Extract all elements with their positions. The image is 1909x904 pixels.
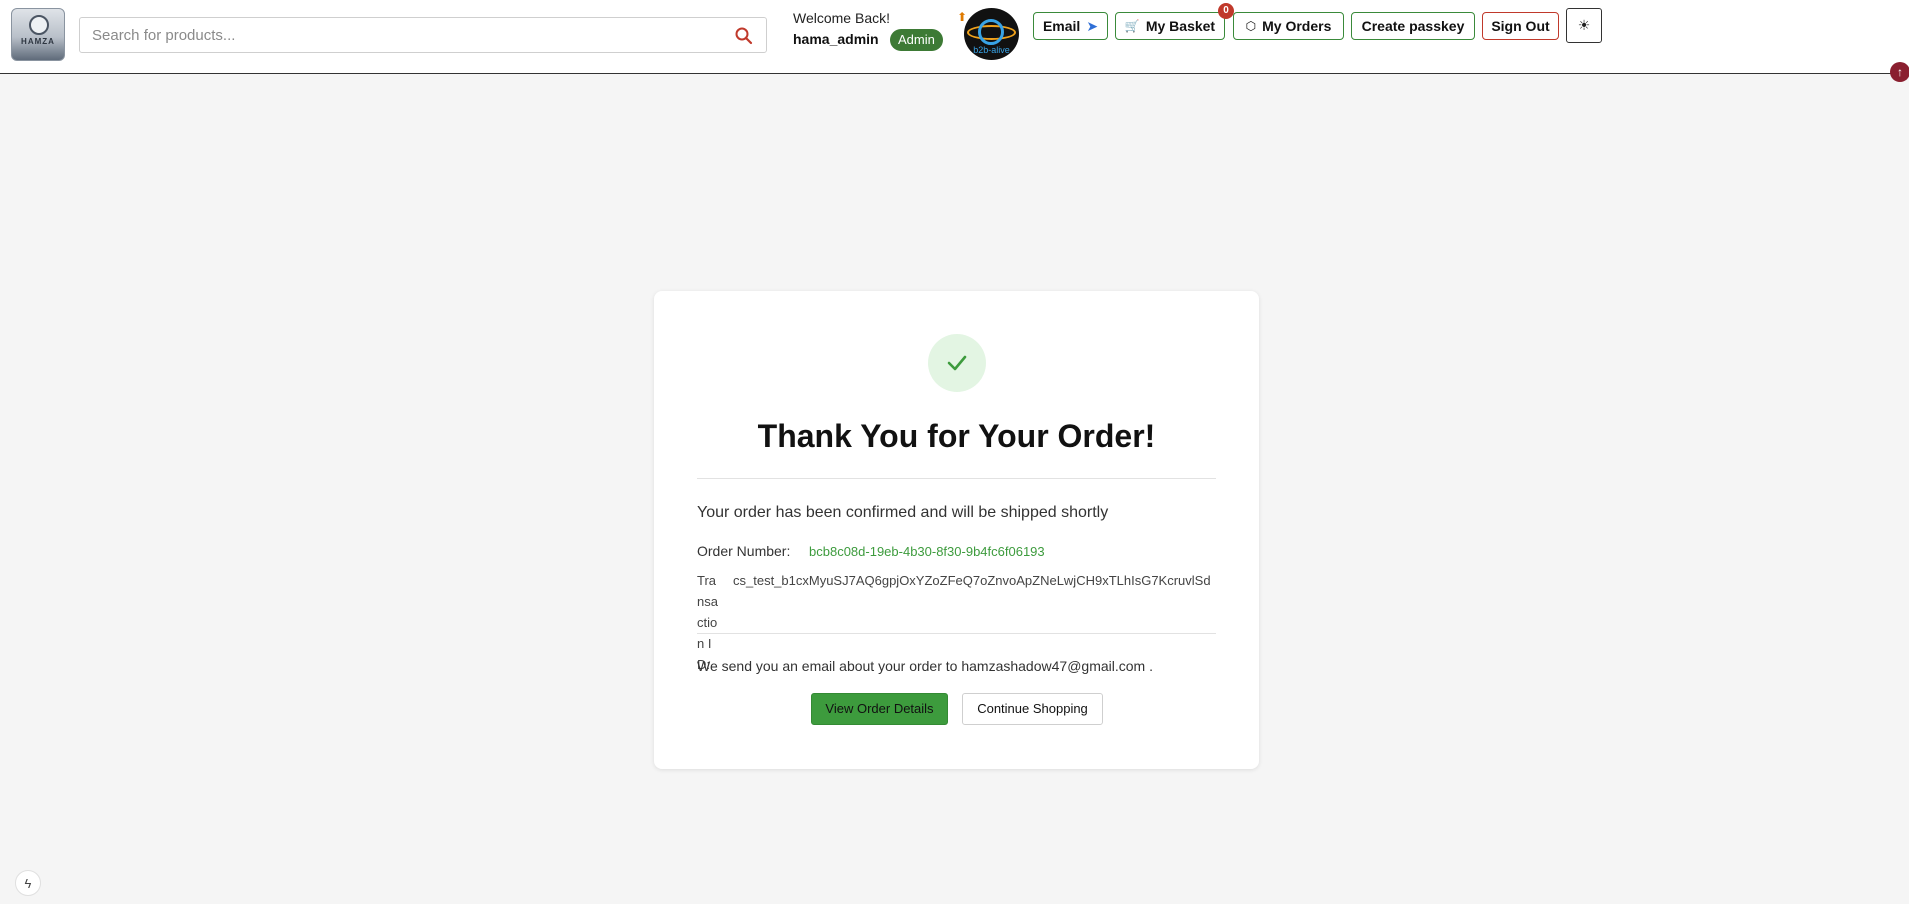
arrow-up-icon[interactable]: ↑ [1890, 62, 1909, 82]
top-navbar: HAMZA Welcome Back! hama_admin Admin ⬆ b… [0, 0, 1909, 74]
sign-out-button[interactable]: Sign Out [1482, 12, 1559, 40]
create-passkey-button-label: Create passkey [1361, 18, 1465, 34]
logo-text: HAMZA [21, 37, 55, 46]
sign-out-button-label: Sign Out [1491, 18, 1550, 34]
order-number-label: Order Number: [697, 543, 791, 559]
theme-toggle-button[interactable]: ☀ [1566, 8, 1602, 43]
site-logo[interactable]: HAMZA [11, 8, 65, 61]
confirmation-message: Your order has been confirmed and will b… [697, 504, 1109, 521]
email-notice: We send you an email about your order to… [697, 658, 1153, 674]
send-icon: ➤ [1086, 17, 1099, 34]
brand-power-icon [978, 19, 1004, 45]
create-passkey-button[interactable]: Create passkey [1351, 12, 1475, 40]
divider [697, 478, 1216, 479]
role-badge: Admin [890, 29, 943, 51]
search-input[interactable] [80, 18, 720, 52]
check-icon [947, 355, 967, 371]
box-icon: ⬡ [1245, 19, 1257, 33]
upload-icon[interactable]: ⬆ [957, 10, 967, 24]
continue-shopping-button[interactable]: Continue Shopping [962, 693, 1103, 725]
customer-email: hamzashadow47@gmail.com [961, 658, 1146, 674]
my-orders-button-label: My Orders [1262, 18, 1332, 34]
page-title: Thank You for Your Order! [757, 418, 1156, 454]
welcome-text: Welcome Back! [793, 10, 890, 26]
email-notice-prefix: We send you an email about your order to [697, 658, 958, 674]
brand-logo[interactable]: b2b-alive [964, 8, 1019, 60]
email-button-label: Email [1042, 18, 1081, 34]
basket-button[interactable]: 🛒 My Basket [1115, 12, 1225, 40]
order-number-value[interactable]: bcb8c08d-19eb-4b30-8f30-9b4fc6f06193 [809, 544, 1045, 559]
transaction-id-value: cs_test_b1cxMyuSJ7AQ6gpjOxYZoZFeQ7oZnvoA… [733, 573, 1211, 588]
email-button[interactable]: Email ➤ [1033, 12, 1108, 40]
logo-emblem-icon [29, 15, 49, 35]
email-notice-suffix: . [1149, 658, 1153, 674]
bolt-icon[interactable]: ϟ [15, 870, 41, 896]
divider [697, 633, 1216, 634]
basket-button-label: My Basket [1145, 18, 1216, 34]
my-orders-button[interactable]: ⬡ My Orders [1233, 12, 1344, 40]
cart-icon: 🛒 [1124, 19, 1140, 33]
username: hama_admin [793, 31, 879, 47]
search-icon[interactable] [734, 26, 754, 46]
search-bar [79, 17, 767, 53]
brand-logo-text: b2b-alive [973, 45, 1010, 55]
order-confirmation-card: Thank You for Your Order! Your order has… [654, 291, 1259, 769]
sun-icon: ☀ [1577, 17, 1591, 33]
basket-count-badge: 0 [1218, 3, 1234, 19]
success-badge [928, 334, 986, 392]
view-order-details-button[interactable]: View Order Details [811, 693, 948, 725]
